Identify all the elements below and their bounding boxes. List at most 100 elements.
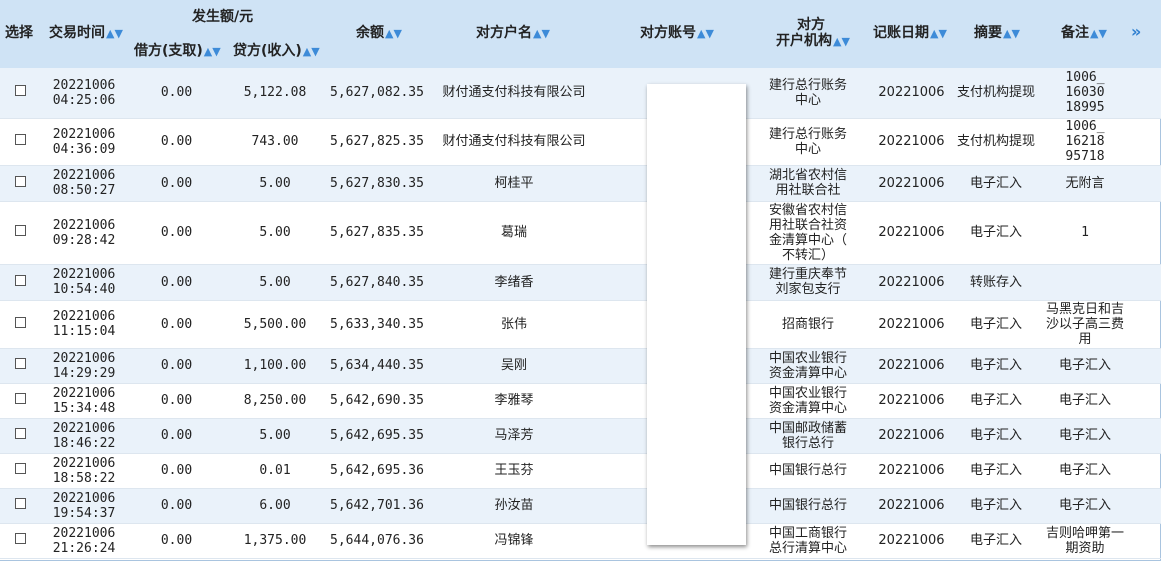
table-row[interactable]: 20221006 18:46:22 0.00 5.00 5,642,695.35 … bbox=[0, 418, 1161, 453]
spacer-cell bbox=[1134, 453, 1161, 488]
name-cell: 李雅琴 bbox=[494, 393, 534, 408]
sort-icon[interactable]: ▲▼ bbox=[106, 27, 123, 40]
row-checkbox[interactable] bbox=[14, 428, 26, 439]
time-cell: 20221006 18:46:22 bbox=[40, 418, 128, 453]
row-checkbox[interactable] bbox=[14, 316, 26, 328]
time-cell: 20221006 15:34:48 bbox=[40, 383, 128, 418]
row-checkbox[interactable] bbox=[14, 85, 26, 97]
col-credit-header[interactable]: 贷方(收入)▲▼ bbox=[233, 43, 320, 60]
transaction-time: 19:54:37 bbox=[52, 505, 116, 521]
row-checkbox[interactable] bbox=[14, 463, 26, 474]
col-account-header[interactable]: 对方账号▲▼ bbox=[640, 25, 714, 42]
col-balance-header[interactable]: 余额▲▼ bbox=[356, 25, 402, 42]
table-row[interactable]: 20221006 04:25:06 0.00 5,122.08 5,627,082… bbox=[0, 68, 1161, 118]
col-name-header[interactable]: 对方户名▲▼ bbox=[476, 25, 550, 42]
sort-icon[interactable]: ▲▼ bbox=[1003, 27, 1020, 40]
post-date-cell: 20221006 bbox=[878, 225, 945, 240]
name-cell: 马泽芳 bbox=[494, 428, 534, 443]
time-cell: 20221006 10:54:40 bbox=[40, 264, 128, 300]
table-row[interactable]: 20221006 08:50:27 0.00 5.00 5,627,830.35 … bbox=[0, 165, 1161, 201]
bank-cell: 中国农业银行 资金清算中心 bbox=[768, 385, 847, 416]
transaction-time: 11:15:04 bbox=[52, 324, 116, 339]
sort-icon[interactable]: ▲▼ bbox=[930, 27, 947, 40]
balance-cell: 5,627,830.35 bbox=[330, 175, 424, 191]
more-columns-icon[interactable]: » bbox=[1131, 22, 1141, 41]
table-row[interactable]: 20221006 19:54:37 0.00 6.00 5,642,701.36 … bbox=[0, 488, 1161, 523]
balance-cell: 5,627,835.35 bbox=[330, 225, 424, 240]
col-time-header[interactable]: 交易时间▲▼ bbox=[49, 25, 123, 42]
summary-cell: 电子汇入 bbox=[969, 533, 1022, 548]
spacer-cell bbox=[1134, 264, 1161, 300]
balance-cell: 5,644,076.36 bbox=[330, 533, 424, 548]
sort-icon[interactable]: ▲▼ bbox=[697, 27, 714, 40]
spacer-cell bbox=[1134, 418, 1161, 453]
post-date-cell: 20221006 bbox=[878, 316, 945, 332]
select-cell bbox=[0, 300, 40, 348]
time-cell: 20221006 21:26:24 bbox=[40, 523, 128, 558]
row-checkbox[interactable] bbox=[14, 175, 26, 187]
credit-cell: 5.00 bbox=[259, 175, 291, 191]
row-checkbox[interactable] bbox=[14, 225, 26, 236]
table-row[interactable]: 20221006 09:28:42 0.00 5.00 5,627,835.35 … bbox=[0, 201, 1161, 264]
table-body: 20221006 04:25:06 0.00 5,122.08 5,627,082… bbox=[0, 68, 1161, 559]
select-cell bbox=[0, 453, 40, 488]
col-bank-header[interactable]: 对方 开户机构▲▼ bbox=[776, 17, 850, 50]
row-checkbox[interactable] bbox=[14, 393, 26, 404]
transaction-date: 20221006 bbox=[52, 420, 116, 436]
table-row[interactable]: 20221006 04:36:09 0.00 743.00 5,627,825.3… bbox=[0, 118, 1161, 165]
credit-cell: 5,500.00 bbox=[243, 316, 307, 332]
col-debit-header[interactable]: 借方(支取)▲▼ bbox=[134, 43, 221, 60]
credit-cell: 8,250.00 bbox=[243, 393, 307, 408]
summary-cell: 电子汇入 bbox=[969, 316, 1022, 332]
table-row[interactable]: 20221006 18:58:22 0.00 0.01 5,642,695.36 … bbox=[0, 453, 1161, 488]
bank-cell: 中国银行总行 bbox=[768, 463, 847, 478]
row-checkbox[interactable] bbox=[14, 134, 26, 145]
debit-cell: 0.00 bbox=[160, 463, 193, 478]
col-summary-header[interactable]: 摘要▲▼ bbox=[974, 25, 1020, 42]
sort-icon[interactable]: ▲▼ bbox=[385, 27, 402, 40]
balance-cell: 5,642,695.35 bbox=[330, 428, 424, 443]
credit-cell: 5.00 bbox=[259, 274, 291, 290]
table-row[interactable]: 20221006 21:26:24 0.00 1,375.00 5,644,076… bbox=[0, 523, 1161, 558]
name-cell: 王玉芬 bbox=[494, 463, 534, 478]
time-cell: 20221006 18:58:22 bbox=[40, 453, 128, 488]
row-checkbox[interactable] bbox=[14, 498, 26, 509]
debit-cell: 0.00 bbox=[160, 274, 193, 290]
transaction-date: 20221006 bbox=[52, 126, 116, 142]
row-checkbox[interactable] bbox=[14, 533, 26, 544]
name-cell: 吴刚 bbox=[500, 358, 527, 373]
table-row[interactable]: 20221006 10:54:40 0.00 5.00 5,627,840.35 … bbox=[0, 264, 1161, 300]
sort-icon[interactable]: ▲▼ bbox=[1090, 27, 1107, 40]
col-amount-group-header: 发生额/元 bbox=[192, 9, 254, 25]
col-date-header[interactable]: 记账日期▲▼ bbox=[873, 25, 947, 42]
table-row[interactable]: 20221006 14:29:29 0.00 1,100.00 5,634,440… bbox=[0, 348, 1161, 383]
bank-cell: 湖北省农村信 用社联合社 bbox=[768, 168, 847, 198]
row-checkbox[interactable] bbox=[14, 274, 26, 286]
table-row[interactable]: 20221006 11:15:04 0.00 5,500.00 5,633,340… bbox=[0, 300, 1161, 348]
select-cell bbox=[0, 118, 40, 165]
sort-icon[interactable]: ▲▼ bbox=[204, 45, 221, 58]
credit-cell: 5.00 bbox=[259, 428, 291, 443]
table-row[interactable]: 20221006 15:34:48 0.00 8,250.00 5,642,690… bbox=[0, 383, 1161, 418]
spacer-cell bbox=[1134, 165, 1161, 201]
summary-cell: 电子汇入 bbox=[969, 175, 1022, 191]
col-remark-header[interactable]: 备注▲▼ bbox=[1061, 25, 1107, 42]
name-cell: 张伟 bbox=[500, 316, 527, 332]
transaction-date: 20221006 bbox=[52, 267, 116, 282]
transaction-date: 20221006 bbox=[52, 168, 116, 183]
select-cell bbox=[0, 348, 40, 383]
debit-cell: 0.00 bbox=[160, 428, 193, 443]
spacer-cell bbox=[1134, 523, 1161, 558]
bank-cell: 中国银行总行 bbox=[768, 498, 847, 513]
bank-cell: 建行重庆奉节 刘家包支行 bbox=[768, 267, 847, 297]
time-cell: 20221006 19:54:37 bbox=[40, 488, 128, 523]
remark-cell bbox=[1036, 264, 1134, 300]
bank-cell: 中国农业银行 资金清算中心 bbox=[768, 350, 847, 381]
post-date-cell: 20221006 bbox=[878, 428, 945, 443]
sort-icon[interactable]: ▲▼ bbox=[833, 35, 850, 48]
row-checkbox[interactable] bbox=[14, 358, 26, 369]
sort-icon[interactable]: ▲▼ bbox=[303, 45, 320, 58]
transaction-time: 15:34:48 bbox=[52, 400, 116, 416]
bank-cell: 建行总行账务 中心 bbox=[768, 126, 847, 157]
sort-icon[interactable]: ▲▼ bbox=[533, 27, 550, 40]
